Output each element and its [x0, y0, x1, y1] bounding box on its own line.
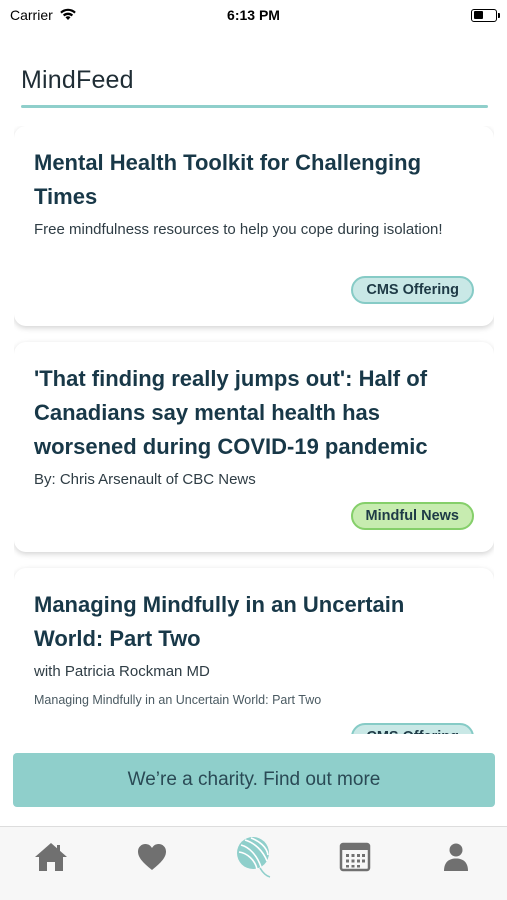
charity-banner-button[interactable]: We’re a charity. Find out more [13, 753, 495, 807]
card-title: Mental Health Toolkit for Challenging Ti… [34, 150, 422, 209]
card-title: Managing Mindfully in an Uncertain World… [34, 592, 405, 651]
battery-icon [471, 8, 500, 22]
category-badge: CMS Offering [351, 723, 474, 734]
tab-mindfeed[interactable] [223, 835, 283, 885]
feed-card[interactable]: 'That finding really jumps out': Half of… [14, 342, 494, 552]
header: MindFeed [21, 66, 488, 108]
heart-icon [136, 842, 168, 877]
tab-bar [0, 826, 507, 900]
tab-home[interactable] [21, 835, 81, 885]
card-subtitle: with Patricia Rockman MD [34, 663, 210, 680]
home-icon [33, 841, 69, 878]
card-description: Managing Mindfully in an Uncertain World… [34, 693, 322, 707]
status-time: 6:13 PM [227, 7, 280, 23]
page-title: MindFeed [21, 66, 134, 94]
card-title: 'That finding really jumps out': Half of… [34, 366, 428, 459]
tab-calendar[interactable] [325, 835, 385, 885]
tab-profile[interactable] [426, 835, 486, 885]
category-badge: Mindful News [350, 502, 474, 530]
header-divider [21, 105, 488, 108]
feed-list[interactable]: Mental Health Toolkit for Challenging Ti… [14, 126, 494, 734]
profile-icon [442, 842, 470, 877]
calendar-icon [339, 842, 371, 877]
battery-level [473, 11, 483, 19]
category-badge: CMS Offering [351, 276, 474, 304]
feed-card[interactable]: Managing Mindfully in an Uncertain World… [14, 568, 494, 734]
card-subtitle: By: Chris Arsenault of CBC News [34, 471, 256, 488]
status-bar: Carrier 6:13 PM [0, 0, 507, 30]
card-subtitle: Free mindfulness resources to help you c… [34, 221, 443, 238]
tab-favorites[interactable] [122, 835, 182, 885]
yarn-ball-icon [233, 835, 273, 884]
feed-card[interactable]: Mental Health Toolkit for Challenging Ti… [14, 126, 494, 326]
